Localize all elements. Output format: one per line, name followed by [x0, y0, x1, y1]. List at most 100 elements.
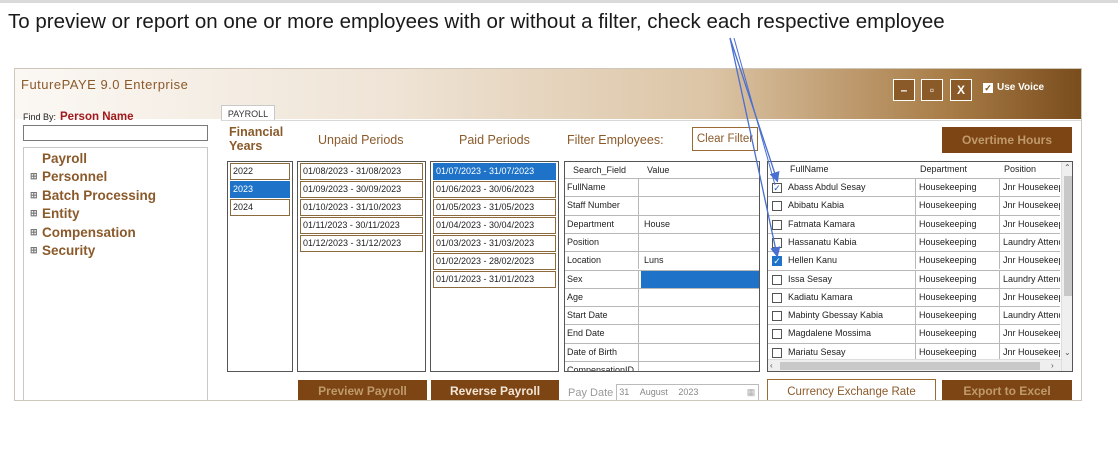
list-item[interactable]: 01/03/2023 - 31/03/2023 — [433, 235, 556, 252]
col-header-department[interactable]: Department — [920, 164, 967, 174]
table-row[interactable]: Magdalene Mossima Housekeeping Jnr Houseke… — [768, 324, 1060, 343]
pay-date-label: Pay Date — [568, 386, 614, 399]
pay-date-picker[interactable]: 31 August 2023 ▦ — [616, 384, 760, 400]
expand-icon[interactable]: ⊞ — [30, 171, 38, 182]
grid-header-value: Value — [647, 165, 670, 175]
table-row[interactable]: FullName — [565, 178, 759, 197]
tree-item-security[interactable]: ⊞ Security — [30, 243, 95, 258]
table-row[interactable]: CompensationID — [565, 361, 759, 371]
row-checkbox[interactable] — [772, 201, 782, 212]
export-to-excel-button[interactable]: Export to Excel — [942, 380, 1072, 400]
tree-item-payroll[interactable]: Payroll — [42, 151, 87, 166]
unpaid-periods-label: Unpaid Periods — [318, 133, 404, 147]
tab-payroll[interactable]: PAYROLL — [221, 105, 275, 121]
tree-item-batch-processing[interactable]: ⊞ Batch Processing — [30, 188, 156, 203]
filter-grid: Search_Field Value FullName Staff Number… — [564, 161, 760, 372]
row-checkbox[interactable]: ✓ — [772, 183, 782, 193]
top-divider — [0, 0, 1118, 3]
row-checkbox[interactable] — [772, 292, 782, 303]
list-item[interactable]: 2023 — [230, 181, 290, 198]
row-checkbox[interactable]: ✓ — [772, 256, 782, 267]
table-row[interactable]: Age — [565, 287, 759, 307]
close-button[interactable]: X — [950, 79, 972, 101]
expand-icon[interactable]: ⊞ — [30, 190, 38, 201]
table-row[interactable]: ✓Hellen KanuHousekeepingJnr Housekeeper — [768, 251, 1060, 270]
table-row[interactable]: Start Date — [565, 306, 759, 325]
row-checkbox[interactable] — [772, 347, 782, 358]
scroll-thumb[interactable] — [1064, 176, 1072, 296]
reverse-payroll-button[interactable]: Reverse Payroll — [431, 380, 559, 400]
list-item[interactable]: 01/05/2023 - 31/05/2023 — [433, 199, 556, 216]
col-header-fullname[interactable]: FullName — [790, 164, 829, 174]
row-checkbox[interactable] — [772, 274, 782, 285]
financial-years-label: Financial Years — [229, 125, 284, 153]
list-item[interactable]: 01/02/2023 - 28/02/2023 — [433, 253, 556, 270]
currency-exchange-rate-button[interactable]: Currency Exchange Rate — [767, 379, 936, 400]
employee-grid: FullName Department Position ✓ Abass Abdu… — [767, 161, 1073, 372]
tree-item-compensation[interactable]: ⊞ Compensation — [30, 225, 136, 240]
find-by-value[interactable]: Person Name — [60, 111, 134, 123]
overtime-hours-button[interactable]: Overtime Hours — [942, 127, 1072, 153]
table-row[interactable]: End Date — [565, 324, 759, 343]
list-item[interactable]: 01/10/2023 - 31/10/2023 — [300, 199, 423, 216]
row-checkbox[interactable] — [772, 329, 782, 340]
tree-item-entity[interactable]: ⊞ Entity — [30, 206, 80, 221]
table-row[interactable]: Location Luns — [565, 251, 759, 270]
table-row[interactable]: Issa SesayHousekeepingLaundry Attendant — [768, 269, 1060, 288]
table-row[interactable]: Position — [565, 232, 759, 252]
list-item[interactable]: 2024 — [230, 199, 290, 216]
table-row[interactable]: Kadiatu KamaraHousekeepingJnr Housekeepe… — [768, 287, 1060, 307]
row-checkbox[interactable] — [772, 237, 782, 248]
app-window: FuturePAYE 9.0 Enterprise – ▫ X ✓ Use Vo… — [14, 68, 1082, 401]
restore-button[interactable]: ▫ — [921, 79, 943, 101]
list-item[interactable]: 01/11/2023 - 30/11/2023 — [300, 217, 423, 234]
nav-tree: Payroll ⊞ Personnel ⊞ Batch Processing ⊞ En… — [23, 147, 208, 400]
table-row[interactable]: Abibatu KabiaHousekeepingJnr Housekeeper — [768, 196, 1060, 215]
use-voice-label: Use Voice — [997, 82, 1045, 93]
minimize-button[interactable]: – — [893, 79, 915, 101]
table-row[interactable]: Department House — [565, 214, 759, 233]
calendar-icon[interactable]: ▦ — [747, 385, 756, 400]
list-item[interactable]: 01/01/2023 - 31/01/2023 — [433, 271, 556, 288]
vertical-scrollbar[interactable]: ⌃ ⌄ — [1061, 162, 1072, 371]
expand-icon[interactable]: ⊞ — [30, 227, 38, 238]
list-item[interactable]: 01/04/2023 - 30/04/2023 — [433, 217, 556, 234]
list-item[interactable]: 01/07/2023 - 31/07/2023 — [433, 163, 556, 180]
find-by: Find By: Person Name — [23, 111, 134, 123]
tree-item-personnel[interactable]: ⊞ Personnel — [30, 169, 107, 184]
chevron-left-icon[interactable]: ‹ — [770, 361, 773, 370]
unpaid-periods-list: 01/08/2023 - 31/08/2023 01/09/2023 - 30/… — [297, 161, 426, 372]
pay-date: Pay Date 31 August 2023 ▦ — [568, 384, 760, 400]
row-checkbox[interactable] — [772, 219, 782, 230]
expand-icon[interactable]: ⊞ — [30, 208, 38, 219]
find-by-label: Find By: — [23, 112, 57, 122]
table-row[interactable]: Staff Number — [565, 196, 759, 215]
search-input[interactable] — [23, 125, 208, 141]
preview-payroll-button[interactable]: Preview Payroll — [298, 380, 427, 400]
list-item[interactable]: 01/09/2023 - 30/09/2023 — [300, 181, 423, 198]
chevron-right-icon[interactable]: › — [1051, 361, 1054, 370]
clear-filter-button[interactable]: Clear Filter — [692, 127, 758, 151]
horizontal-scrollbar[interactable]: ‹ › — [768, 359, 1061, 371]
table-row[interactable]: Mabinty Gbessay Kabia Housekeeping Laundry… — [768, 306, 1060, 325]
table-row[interactable]: Hassanatu Kabia Housekeeping Laundry Atten… — [768, 232, 1060, 252]
chevron-down-icon[interactable]: ⌄ — [1064, 348, 1071, 357]
list-item[interactable]: 01/06/2023 - 30/06/2023 — [433, 181, 556, 198]
table-row[interactable]: ✓ Abass Abdul Sesay Housekeeping Jnr Housek… — [768, 178, 1060, 197]
app-title: FuturePAYE 9.0 Enterprise — [21, 77, 189, 92]
table-row[interactable]: Date of Birth — [565, 342, 759, 361]
use-voice-toggle[interactable]: ✓ Use Voice — [983, 82, 1044, 93]
chevron-up-icon[interactable]: ⌃ — [1064, 163, 1071, 172]
list-item[interactable]: 01/12/2023 - 31/12/2023 — [300, 235, 423, 252]
tab-divider — [221, 120, 1081, 121]
use-voice-checkbox[interactable]: ✓ — [983, 82, 993, 93]
scroll-thumb[interactable] — [780, 362, 1040, 370]
col-header-position[interactable]: Position — [1004, 164, 1036, 174]
table-row[interactable]: Fatmata KamaraHousekeepingJnr Housekeepe… — [768, 214, 1060, 233]
table-row[interactable]: Sex — [565, 269, 759, 288]
filter-employees-label: Filter Employees: — [567, 133, 664, 147]
list-item[interactable]: 01/08/2023 - 31/08/2023 — [300, 163, 423, 180]
row-checkbox[interactable] — [772, 311, 782, 322]
list-item[interactable]: 2022 — [230, 163, 290, 180]
expand-icon[interactable]: ⊞ — [30, 245, 38, 256]
